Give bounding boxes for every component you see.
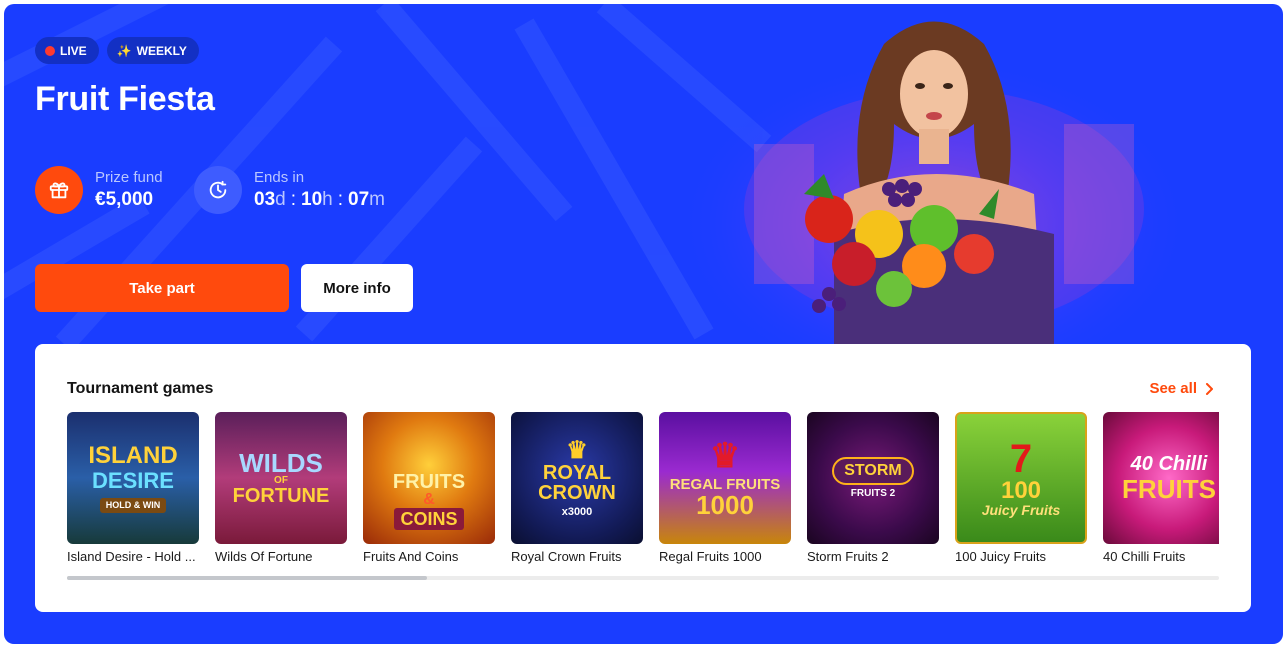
game-thumbnail-art: ♛ ROYAL CROWN x3000 <box>511 412 643 544</box>
games-carousel: ISLAND DESIRE HOLD & WIN Island Desire -… <box>67 412 1219 572</box>
game-thumbnail-art: ISLAND DESIRE HOLD & WIN <box>67 412 199 544</box>
game-thumbnail-art: FRUITS & COINS <box>363 412 495 544</box>
game-name[interactable]: 40 Chilli Fruits <box>1103 549 1219 564</box>
game-thumbnail-art: 40 Chilli FRUITS <box>1103 412 1219 544</box>
game-art-tag: & <box>423 491 435 508</box>
game-art-subtitle: 1000 <box>696 489 754 520</box>
prize-fund-value: €5,000 <box>95 189 154 210</box>
game-card-regal-fruits-1000[interactable]: ♛ REGAL FRUITS 1000 Regal Fruits 1000 <box>659 412 791 564</box>
tournament-banner: LIVE ✨ WEEKLY Fruit Fiesta Prize fund €5… <box>4 4 1283 644</box>
game-card-fruits-and-coins[interactable]: FRUITS & COINS Fruits And Coins <box>363 412 495 564</box>
countdown-value: 03d:10h:07m <box>254 189 385 211</box>
ends-in-label: Ends in <box>254 169 305 186</box>
carousel-scrollbar[interactable] <box>67 576 1219 580</box>
game-art-subtitle: COINS <box>394 508 464 530</box>
game-thumbnail[interactable]: 7 100 Juicy Fruits <box>955 412 1087 544</box>
clock-icon <box>194 166 242 214</box>
countdown-stat: Ends in 03d:10h:07m <box>194 166 385 214</box>
game-thumbnail[interactable]: WILDS OF FORTUNE <box>215 412 347 544</box>
game-name[interactable]: Storm Fruits 2 <box>807 549 939 564</box>
sparkle-icon: ✨ <box>116 43 132 58</box>
crown-icon: ♛ <box>709 436 741 475</box>
tournament-games-card: Tournament games See all ISLAND DESIRE H… <box>35 344 1251 612</box>
weekly-badge: ✨ WEEKLY <box>106 37 199 64</box>
badge-group: LIVE ✨ WEEKLY <box>35 37 199 64</box>
game-thumbnail[interactable]: STORM FRUITS 2 <box>807 412 939 544</box>
game-card-island-desire[interactable]: ISLAND DESIRE HOLD & WIN Island Desire -… <box>67 412 199 564</box>
game-thumbnail[interactable]: ISLAND DESIRE HOLD & WIN <box>67 412 199 544</box>
see-all-label: See all <box>1149 380 1197 397</box>
tournament-title: Fruit Fiesta <box>35 80 215 118</box>
live-badge-label: LIVE <box>60 43 87 58</box>
countdown-minutes-unit: m <box>369 189 385 210</box>
take-part-button[interactable]: Take part <box>35 264 289 312</box>
game-art-tag: x3000 <box>561 505 593 518</box>
countdown-days-unit: d <box>275 189 286 210</box>
carousel-scrollbar-thumb[interactable] <box>67 576 427 580</box>
countdown-hours: 10 <box>301 189 323 210</box>
live-dot-icon <box>45 45 55 56</box>
game-art-subtitle: Juicy Fruits <box>981 502 1061 518</box>
game-thumbnail-art: WILDS OF FORTUNE <box>215 412 347 544</box>
game-card-40-chilli-fruits[interactable]: 40 Chilli FRUITS 40 Chilli Fruits <box>1103 412 1219 564</box>
game-art-subtitle: FORTUNE <box>232 485 330 507</box>
prize-fund-stat: Prize fund €5,000 <box>35 166 163 214</box>
hero-woman-fruits-illustration <box>744 21 1144 349</box>
game-art-title: 100 <box>1000 477 1042 504</box>
see-all-link[interactable]: See all <box>1149 380 1213 397</box>
live-badge: LIVE <box>35 37 99 64</box>
game-art-tag: 7 <box>1009 437 1033 481</box>
game-art-title: ROYAL <box>542 461 612 484</box>
game-thumbnail-art: STORM FRUITS 2 <box>807 412 939 544</box>
crown-icon: ♛ <box>566 436 588 464</box>
countdown-minutes: 07 <box>348 189 370 210</box>
game-name[interactable]: 100 Juicy Fruits <box>955 549 1087 564</box>
game-art-title: FRUITS <box>392 471 466 493</box>
game-thumbnail[interactable]: 40 Chilli FRUITS <box>1103 412 1219 544</box>
game-art-title: 40 Chilli <box>1130 453 1208 475</box>
game-thumbnail[interactable]: ♛ REGAL FRUITS 1000 <box>659 412 791 544</box>
game-art-subtitle: DESIRE <box>92 467 174 493</box>
countdown-days: 03 <box>254 189 276 210</box>
game-art-subtitle: CROWN <box>538 481 616 504</box>
game-name[interactable]: Regal Fruits 1000 <box>659 549 791 564</box>
game-thumbnail-art: 7 100 Juicy Fruits <box>957 414 1085 542</box>
game-art-title: ISLAND <box>88 441 178 469</box>
game-art-title: STORM <box>832 457 914 485</box>
game-name[interactable]: Island Desire - Hold ... <box>67 549 199 564</box>
game-name[interactable]: Wilds Of Fortune <box>215 549 347 564</box>
game-card-royal-crown-fruits[interactable]: ♛ ROYAL CROWN x3000 Royal Crown Fruits <box>511 412 643 564</box>
game-art-subtitle: FRUITS 2 <box>850 488 896 499</box>
game-name[interactable]: Fruits And Coins <box>363 549 495 564</box>
game-thumbnail-art: ♛ REGAL FRUITS 1000 <box>659 412 791 544</box>
game-name[interactable]: Royal Crown Fruits <box>511 549 643 564</box>
more-info-button[interactable]: More info <box>301 264 413 312</box>
gift-icon <box>35 166 83 214</box>
game-thumbnail[interactable]: FRUITS & COINS <box>363 412 495 544</box>
countdown-separator: : <box>290 189 296 210</box>
game-card-wilds-of-fortune[interactable]: WILDS OF FORTUNE Wilds Of Fortune <box>215 412 347 564</box>
weekly-badge-label: WEEKLY <box>136 43 187 58</box>
game-art-subtitle: FRUITS <box>1122 474 1216 504</box>
prize-fund-label: Prize fund <box>95 169 163 186</box>
tournament-games-title: Tournament games <box>67 380 214 397</box>
game-art-tag: HOLD & WIN <box>99 497 167 513</box>
game-thumbnail[interactable]: ♛ ROYAL CROWN x3000 <box>511 412 643 544</box>
game-card-storm-fruits-2[interactable]: STORM FRUITS 2 Storm Fruits 2 <box>807 412 939 564</box>
chevron-right-icon <box>1206 382 1213 395</box>
game-card-100-juicy-fruits[interactable]: 7 100 Juicy Fruits 100 Juicy Fruits <box>955 412 1087 564</box>
countdown-hours-unit: h <box>322 189 333 210</box>
game-art-title: WILDS <box>239 448 323 478</box>
countdown-separator: : <box>337 189 343 210</box>
